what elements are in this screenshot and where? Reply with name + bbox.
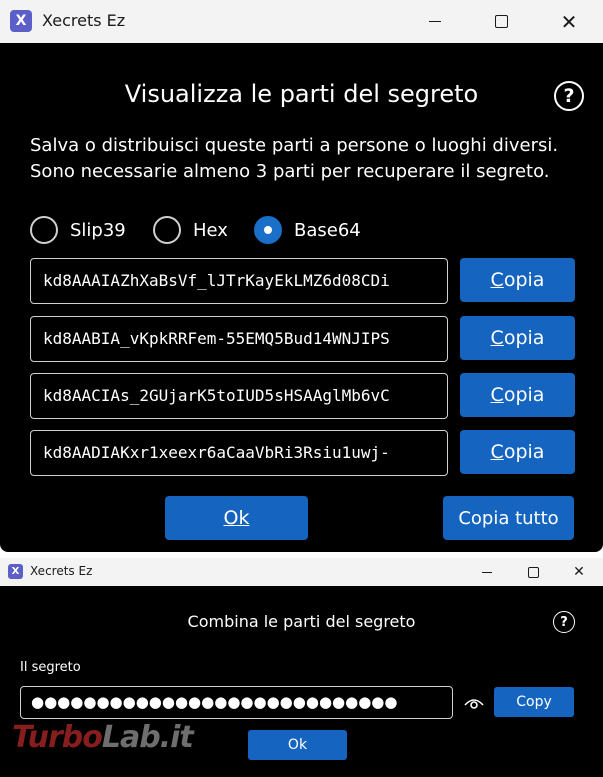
copy-label-rest: opia	[503, 441, 545, 463]
radio-slip39[interactable]: Slip39	[30, 215, 126, 245]
page-title: Visualizza le parti del segreto	[124, 80, 479, 108]
maximize-icon[interactable]	[510, 558, 556, 586]
help-icon[interactable]: ?	[553, 611, 575, 633]
part-field[interactable]: kd8AABIA_vKpkRRFem-55EMQ5Bud14WNJIPS	[30, 316, 448, 362]
copy-label-accesskey: C	[490, 384, 504, 406]
part-row: kd8AACIAs_2GUjarK5toIUD5sHSAAglMb6vC Cop…	[30, 373, 575, 419]
watermark-part1: Turbo	[12, 720, 103, 755]
share-parts-window: X Xecrets Ez ✕ Visualizza le parti del s…	[0, 0, 603, 552]
part-field[interactable]: kd8AADIAKxr1xeexr6aCaaVbRi3Rsiu1uwj-	[30, 430, 448, 476]
window-title: Xecrets Ez	[30, 564, 93, 578]
secret-input[interactable]: ●●●●●●●●●●●●●●●●●●●●●●●●●●●●	[20, 686, 453, 719]
radio-label: Hex	[193, 219, 228, 241]
show-password-eye-icon[interactable]	[463, 693, 485, 713]
part-row: kd8AABIA_vKpkRRFem-55EMQ5Bud14WNJIPS Cop…	[30, 316, 575, 362]
copy-part-button[interactable]: Copia	[460, 373, 575, 417]
window-title: Xecrets Ez	[42, 11, 126, 30]
combine-parts-window: X Xecrets Ez ✕ Combina le parti del segr…	[0, 558, 603, 777]
copy-label-accesskey: C	[490, 441, 504, 463]
title-bar[interactable]: X Xecrets Ez ✕	[0, 0, 603, 43]
copy-label-rest: opia	[503, 384, 545, 406]
ok-button[interactable]: Ok	[165, 496, 308, 540]
radio-circle-icon	[153, 216, 181, 244]
copy-button[interactable]: Copy	[494, 687, 574, 717]
instructions-text: Salva o distribuisci queste parti a pers…	[30, 135, 559, 182]
copy-label-accesskey: C	[490, 327, 504, 349]
close-icon[interactable]: ✕	[556, 558, 602, 586]
part-row: kd8AAAIAZhXaBsVf_lJTrKayEkLMZ6d08CDi Cop…	[30, 258, 575, 304]
radio-base64[interactable]: Base64	[254, 215, 361, 245]
copy-part-button[interactable]: Copia	[460, 316, 575, 360]
copy-label-accesskey: C	[490, 269, 504, 291]
radio-label: Slip39	[70, 219, 126, 241]
watermark-part2: Lab.it	[101, 720, 194, 755]
minimize-icon[interactable]	[464, 558, 510, 586]
part-row: kd8AADIAKxr1xeexr6aCaaVbRi3Rsiu1uwj- Cop…	[30, 430, 575, 476]
help-icon[interactable]: ?	[554, 81, 584, 111]
radio-selected-icon	[254, 216, 282, 244]
page-title: Combina le parti del segreto	[187, 612, 416, 631]
radio-label: Base64	[294, 219, 361, 241]
ok-button[interactable]: Ok	[248, 730, 347, 760]
close-icon[interactable]: ✕	[537, 0, 601, 43]
radio-hex[interactable]: Hex	[153, 215, 228, 245]
secret-label: Il segreto	[20, 660, 81, 675]
minimize-icon[interactable]	[403, 0, 467, 43]
part-field[interactable]: kd8AACIAs_2GUjarK5toIUD5sHSAAglMb6vC	[30, 373, 448, 419]
copy-part-button[interactable]: Copia	[460, 258, 575, 302]
title-bar[interactable]: X Xecrets Ez ✕	[0, 558, 603, 586]
part-field[interactable]: kd8AAAIAZhXaBsVf_lJTrKayEkLMZ6d08CDi	[30, 258, 448, 304]
app-logo-icon: X	[8, 564, 23, 579]
copy-part-button[interactable]: Copia	[460, 430, 575, 474]
radio-circle-icon	[30, 216, 58, 244]
app-logo-icon: X	[10, 10, 32, 32]
copy-all-button[interactable]: Copia tutto	[443, 496, 574, 540]
copy-label-rest: opia	[503, 327, 545, 349]
copy-label-rest: opia	[503, 269, 545, 291]
watermark-logo: TurboLab.it	[12, 720, 194, 755]
maximize-icon[interactable]	[469, 0, 533, 43]
